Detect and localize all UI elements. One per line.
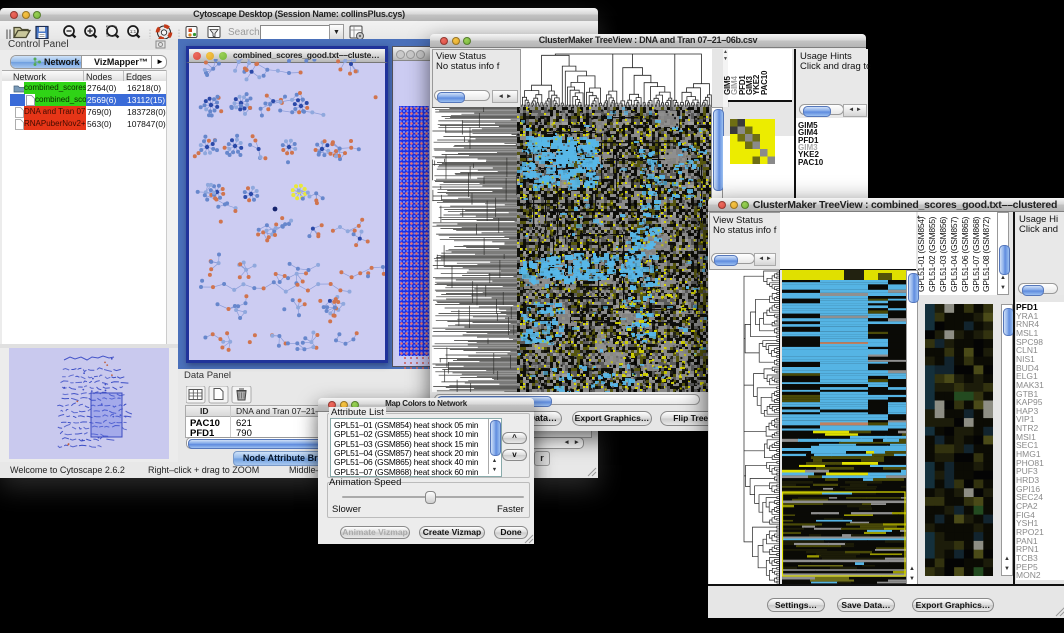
svg-text:1:1: 1:1 [130, 29, 137, 34]
